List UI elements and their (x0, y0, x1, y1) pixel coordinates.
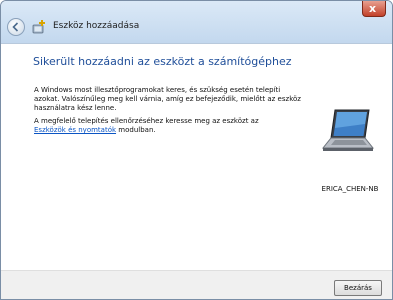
laptop-icon (321, 109, 375, 151)
devices-and-printers-link[interactable]: Eszközök és nyomtatók (34, 126, 116, 134)
title-bar: Eszköz hozzáadása x (1, 1, 392, 44)
verify-text: A megfelelő telepítés ellenőrzéséhez ker… (34, 117, 259, 125)
close-window-button[interactable]: x (362, 1, 386, 17)
device-name: ERICA_CHEN-NB (321, 185, 379, 193)
close-button[interactable]: Bezárás (334, 280, 382, 296)
footer-bar: Bezárás (1, 270, 392, 299)
close-icon: x (369, 2, 377, 15)
page-heading: Sikerült hozzáadni az eszközt a számítóg… (33, 55, 292, 68)
verify-suffix: modulban. (118, 126, 156, 134)
add-device-window: Eszköz hozzáadása x Sikerült hozzáadni a… (0, 0, 393, 300)
back-button[interactable] (7, 18, 25, 36)
verify-paragraph: A megfelelő telepítés ellenőrzéséhez ker… (34, 117, 284, 135)
add-device-icon (32, 20, 45, 34)
back-arrow-icon (12, 22, 19, 32)
info-paragraph: A Windows most illesztőprogramokat keres… (34, 86, 301, 112)
content-area: Sikerült hozzáadni az eszközt a számítóg… (1, 44, 392, 269)
window-title: Eszköz hozzáadása (53, 21, 140, 31)
